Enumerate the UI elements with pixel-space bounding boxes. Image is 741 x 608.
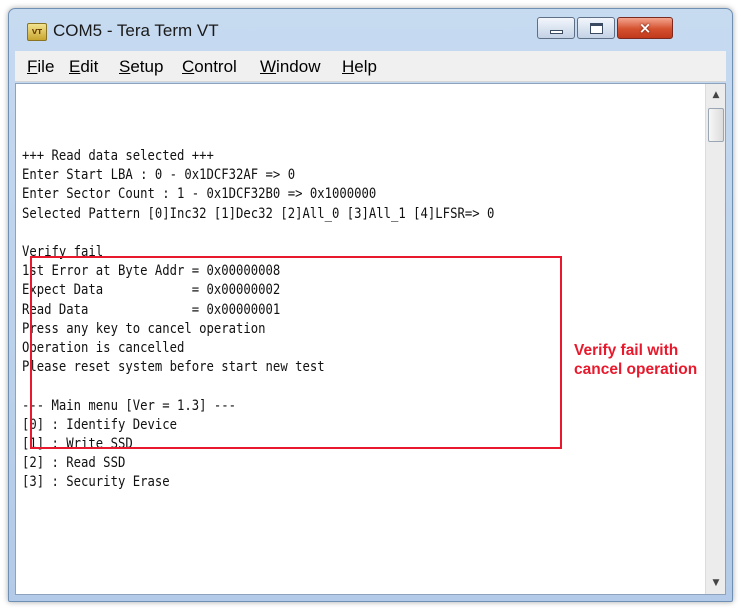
maximize-icon bbox=[590, 23, 603, 34]
menu-file[interactable]: File bbox=[27, 57, 54, 77]
menu-edit[interactable]: Edit bbox=[69, 57, 98, 77]
terminal-line: Enter Sector Count : 1 - 0x1DCF32B0 => 0… bbox=[22, 185, 377, 203]
terminal-line: +++ Read data selected +++ bbox=[22, 147, 214, 164]
menu-help[interactable]: Help bbox=[342, 57, 377, 77]
close-button[interactable]: × bbox=[617, 17, 673, 39]
menu-control[interactable]: Control bbox=[182, 57, 237, 77]
menu-setup[interactable]: Setup bbox=[119, 57, 163, 77]
highlight-box bbox=[30, 256, 562, 449]
terminal-area[interactable]: +++ Read data selected +++ Enter Start L… bbox=[15, 83, 726, 595]
vertical-scrollbar[interactable]: ▲ ▼ bbox=[705, 84, 725, 594]
menu-bar: File Edit Setup Control Window Help bbox=[15, 51, 726, 82]
terminal-line: Selected Pattern [0]Inc32 [1]Dec32 [2]Al… bbox=[22, 204, 495, 222]
scroll-up-arrow-icon[interactable]: ▲ bbox=[708, 88, 724, 102]
annotation-label: Verify fail with cancel operation bbox=[574, 342, 698, 378]
scroll-down-arrow-icon[interactable]: ▼ bbox=[708, 576, 724, 590]
terminal-line: [3] : Security Erase bbox=[22, 473, 170, 491]
minimize-icon bbox=[550, 30, 563, 34]
menu-window[interactable]: Window bbox=[260, 57, 320, 77]
terminal-line: Enter Start LBA : 0 - 0x1DCF32AF => 0 bbox=[22, 166, 296, 184]
title-bar[interactable]: VT COM5 - Tera Term VT × bbox=[9, 9, 732, 51]
teraterm-app-icon[interactable]: VT bbox=[27, 23, 47, 41]
minimize-button[interactable] bbox=[537, 17, 575, 39]
window-title: COM5 - Tera Term VT bbox=[53, 21, 219, 40]
close-icon: × bbox=[638, 19, 652, 37]
terminal-window: VT COM5 - Tera Term VT × File Edit Setup… bbox=[8, 8, 733, 602]
terminal-line: [2] : Read SSD bbox=[22, 454, 126, 472]
scrollbar-thumb[interactable] bbox=[708, 108, 724, 142]
maximize-button[interactable] bbox=[577, 17, 615, 39]
